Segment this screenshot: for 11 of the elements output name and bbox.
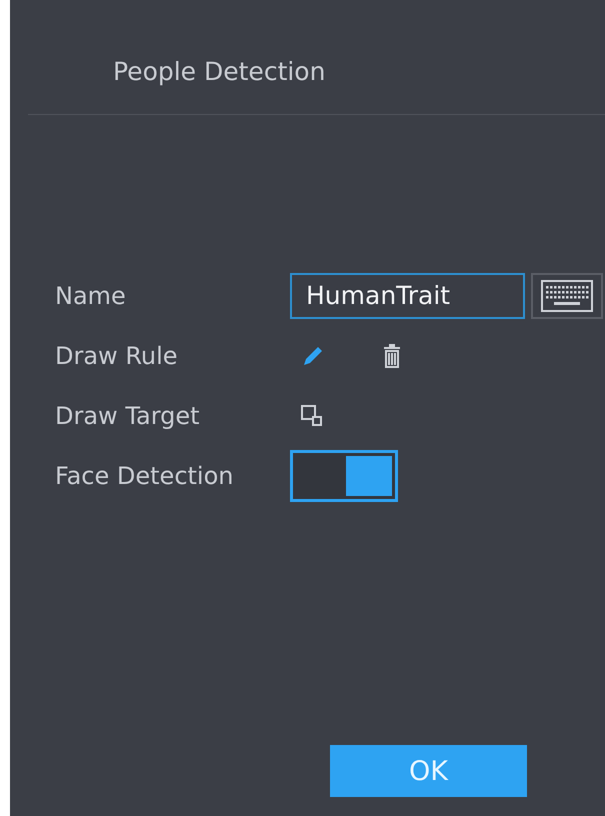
keyboard-icon — [541, 280, 593, 312]
field-label: Draw Target — [54, 402, 201, 430]
toggle-switch[interactable] — [290, 450, 398, 502]
field-label: Draw Rule — [54, 342, 179, 370]
dialog-title: People Detection — [112, 56, 326, 88]
field-label: Name — [54, 282, 127, 310]
name-input-field[interactable]: HumanTrait — [290, 273, 525, 319]
keyboard-button[interactable] — [531, 273, 603, 319]
trash-icon[interactable] — [382, 344, 402, 368]
field-label: Face Detection — [54, 462, 234, 490]
draw-target-icon[interactable] — [300, 404, 324, 428]
